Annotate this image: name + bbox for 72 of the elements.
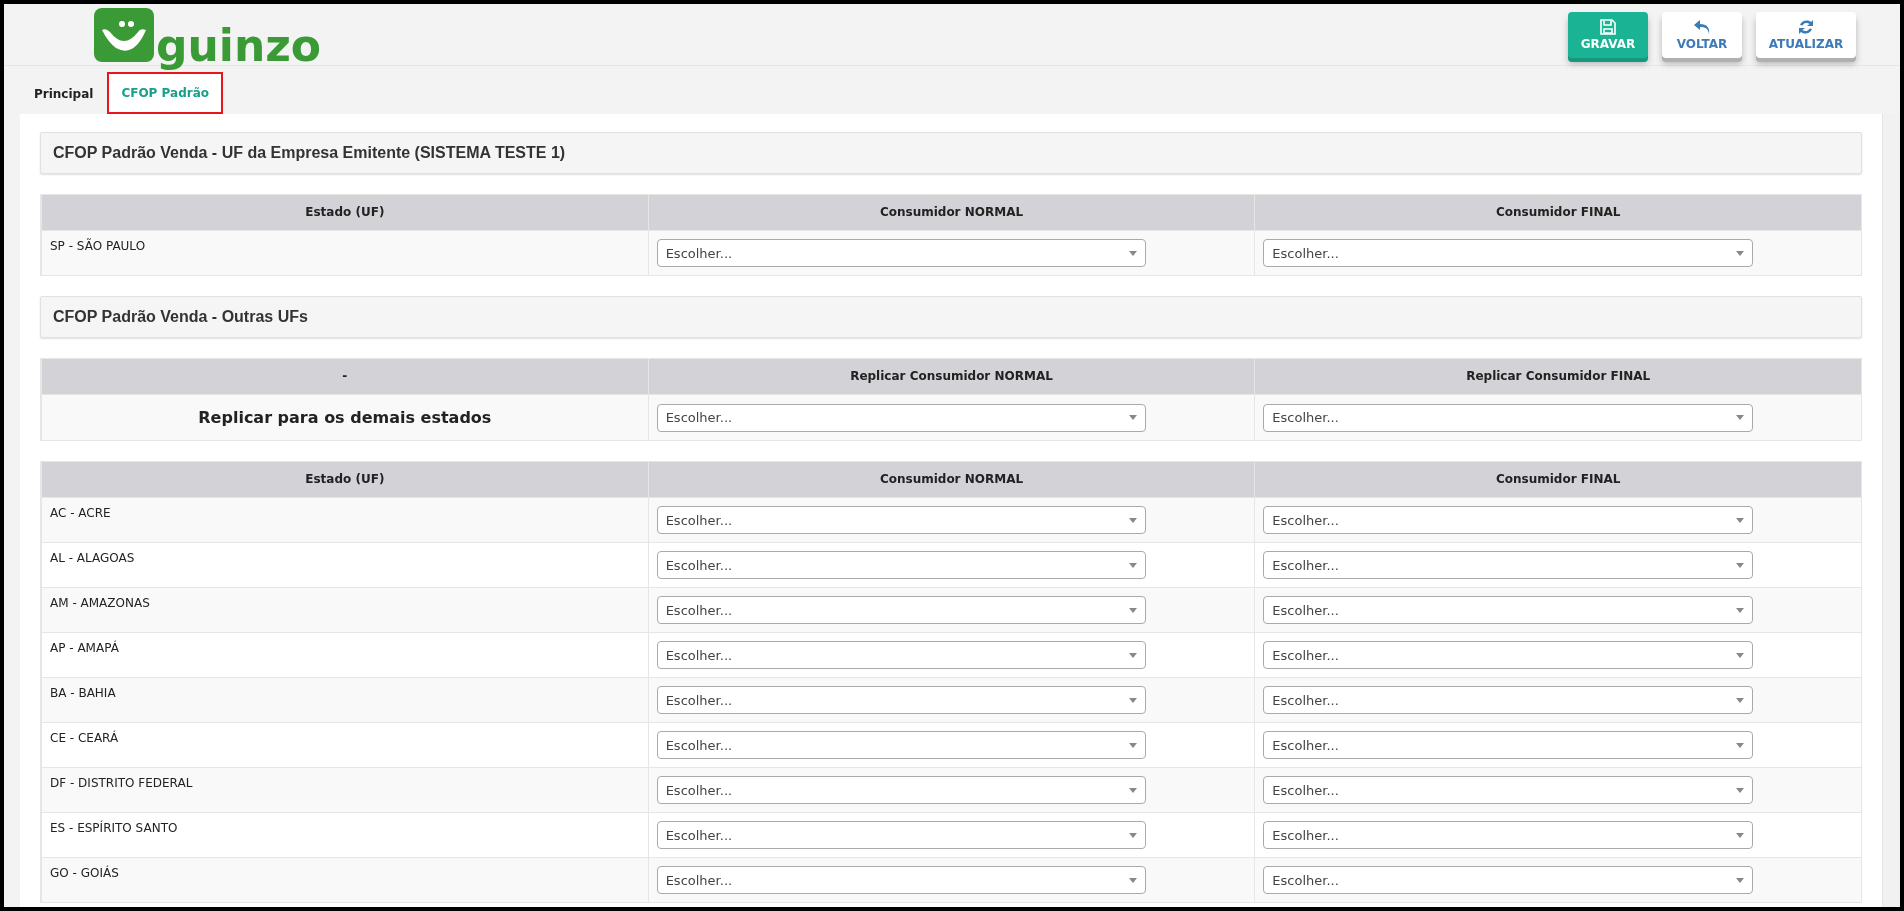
select-field[interactable]: Escolher...	[1263, 551, 1753, 579]
caret-icon	[1129, 415, 1138, 420]
tab[interactable]: Principal	[20, 72, 108, 114]
select-field[interactable]: Escolher...	[656, 596, 1147, 624]
select-field[interactable]: Escolher...	[1263, 506, 1753, 534]
column-header: Consumidor FINAL	[1254, 462, 1861, 497]
caret-icon	[1735, 832, 1744, 838]
select-field[interactable]: Escolher...	[656, 776, 1147, 804]
select-field[interactable]: Escolher...	[656, 551, 1147, 579]
select-field[interactable]: Escolher...	[656, 403, 1147, 432]
caret-icon	[1735, 697, 1744, 703]
column-header: Consumidor NORMAL	[647, 195, 1255, 230]
section-title: CFOP Padrão Venda - UF da Empresa Emitente (SISTEMA TESTE 1)	[40, 132, 1862, 174]
state-cell: ES - ESPÍRITO SANTO	[41, 812, 648, 857]
caret-icon	[1129, 787, 1138, 793]
select-field[interactable]: Escolher...	[656, 731, 1147, 759]
column-header: Estado (UF)	[41, 195, 648, 230]
caret-icon	[1735, 607, 1744, 613]
caret-icon	[1735, 415, 1744, 420]
state-cell: AP - AMAPÁ	[41, 632, 648, 677]
logo-text: guinzo	[156, 23, 322, 68]
select-field[interactable]: Escolher...	[656, 641, 1147, 669]
caret-icon	[1129, 517, 1138, 523]
select-field[interactable]: Escolher...	[1263, 821, 1753, 849]
caret-icon	[1129, 697, 1138, 703]
caret-icon	[1735, 877, 1744, 883]
smiley-logo-icon	[94, 7, 154, 62]
save-icon	[1600, 18, 1616, 35]
caret-icon	[1129, 652, 1138, 658]
caret-icon	[1129, 607, 1138, 613]
caret-icon	[1129, 250, 1138, 256]
column-header: Consumidor FINAL	[1254, 195, 1861, 230]
select-field[interactable]: Escolher...	[656, 866, 1147, 894]
state-cell: SP - SÃO PAULO	[41, 230, 648, 275]
select-field[interactable]: Escolher...	[1263, 596, 1753, 624]
caret-icon	[1735, 517, 1744, 523]
caret-icon	[1735, 787, 1744, 793]
caret-icon	[1735, 562, 1744, 568]
select-field[interactable]: Escolher...	[1263, 686, 1753, 714]
state-cell: DF - DISTRITO FEDERAL	[41, 767, 648, 812]
column-header: Estado (UF)	[41, 462, 648, 497]
caret-icon	[1735, 652, 1744, 658]
column-header: Replicar Consumidor NORMAL	[647, 359, 1255, 394]
section-title: CFOP Padrão Venda - Outras UFs	[40, 296, 1862, 338]
column-header: Consumidor NORMAL	[647, 462, 1255, 497]
select-field[interactable]: Escolher...	[656, 821, 1147, 849]
select-field[interactable]: Escolher...	[656, 239, 1147, 267]
refresh-icon	[1798, 18, 1814, 35]
column-header: -	[41, 359, 648, 394]
caret-icon	[1129, 562, 1138, 568]
select-field[interactable]: Escolher...	[656, 686, 1147, 714]
select-field[interactable]: Escolher...	[1263, 403, 1753, 432]
select-field[interactable]: Escolher...	[1263, 866, 1753, 894]
select-field[interactable]: Escolher...	[1263, 239, 1753, 267]
caret-icon	[1735, 742, 1744, 748]
column-header: Replicar Consumidor FINAL	[1254, 359, 1861, 394]
reply-arrow-icon	[1693, 18, 1711, 35]
select-field[interactable]: Escolher...	[1263, 641, 1753, 669]
state-cell: CE - CEARÁ	[41, 722, 648, 767]
caret-icon	[1129, 877, 1138, 883]
state-cell: AM - AMAZONAS	[41, 587, 648, 632]
select-field[interactable]: Escolher...	[1263, 731, 1753, 759]
select-field[interactable]: Escolher...	[1263, 776, 1753, 804]
replicate-label: Replicar para os demais estados	[41, 394, 648, 440]
caret-icon	[1129, 832, 1138, 838]
select-field[interactable]: Escolher...	[656, 506, 1147, 534]
state-cell: AC - ACRE	[41, 497, 648, 542]
state-cell: GO - GOIÁS	[41, 857, 648, 902]
caret-icon	[1129, 742, 1138, 748]
state-cell: BA - BAHIA	[41, 677, 648, 722]
caret-icon	[1735, 250, 1744, 256]
state-cell: AL - ALAGOAS	[41, 542, 648, 587]
